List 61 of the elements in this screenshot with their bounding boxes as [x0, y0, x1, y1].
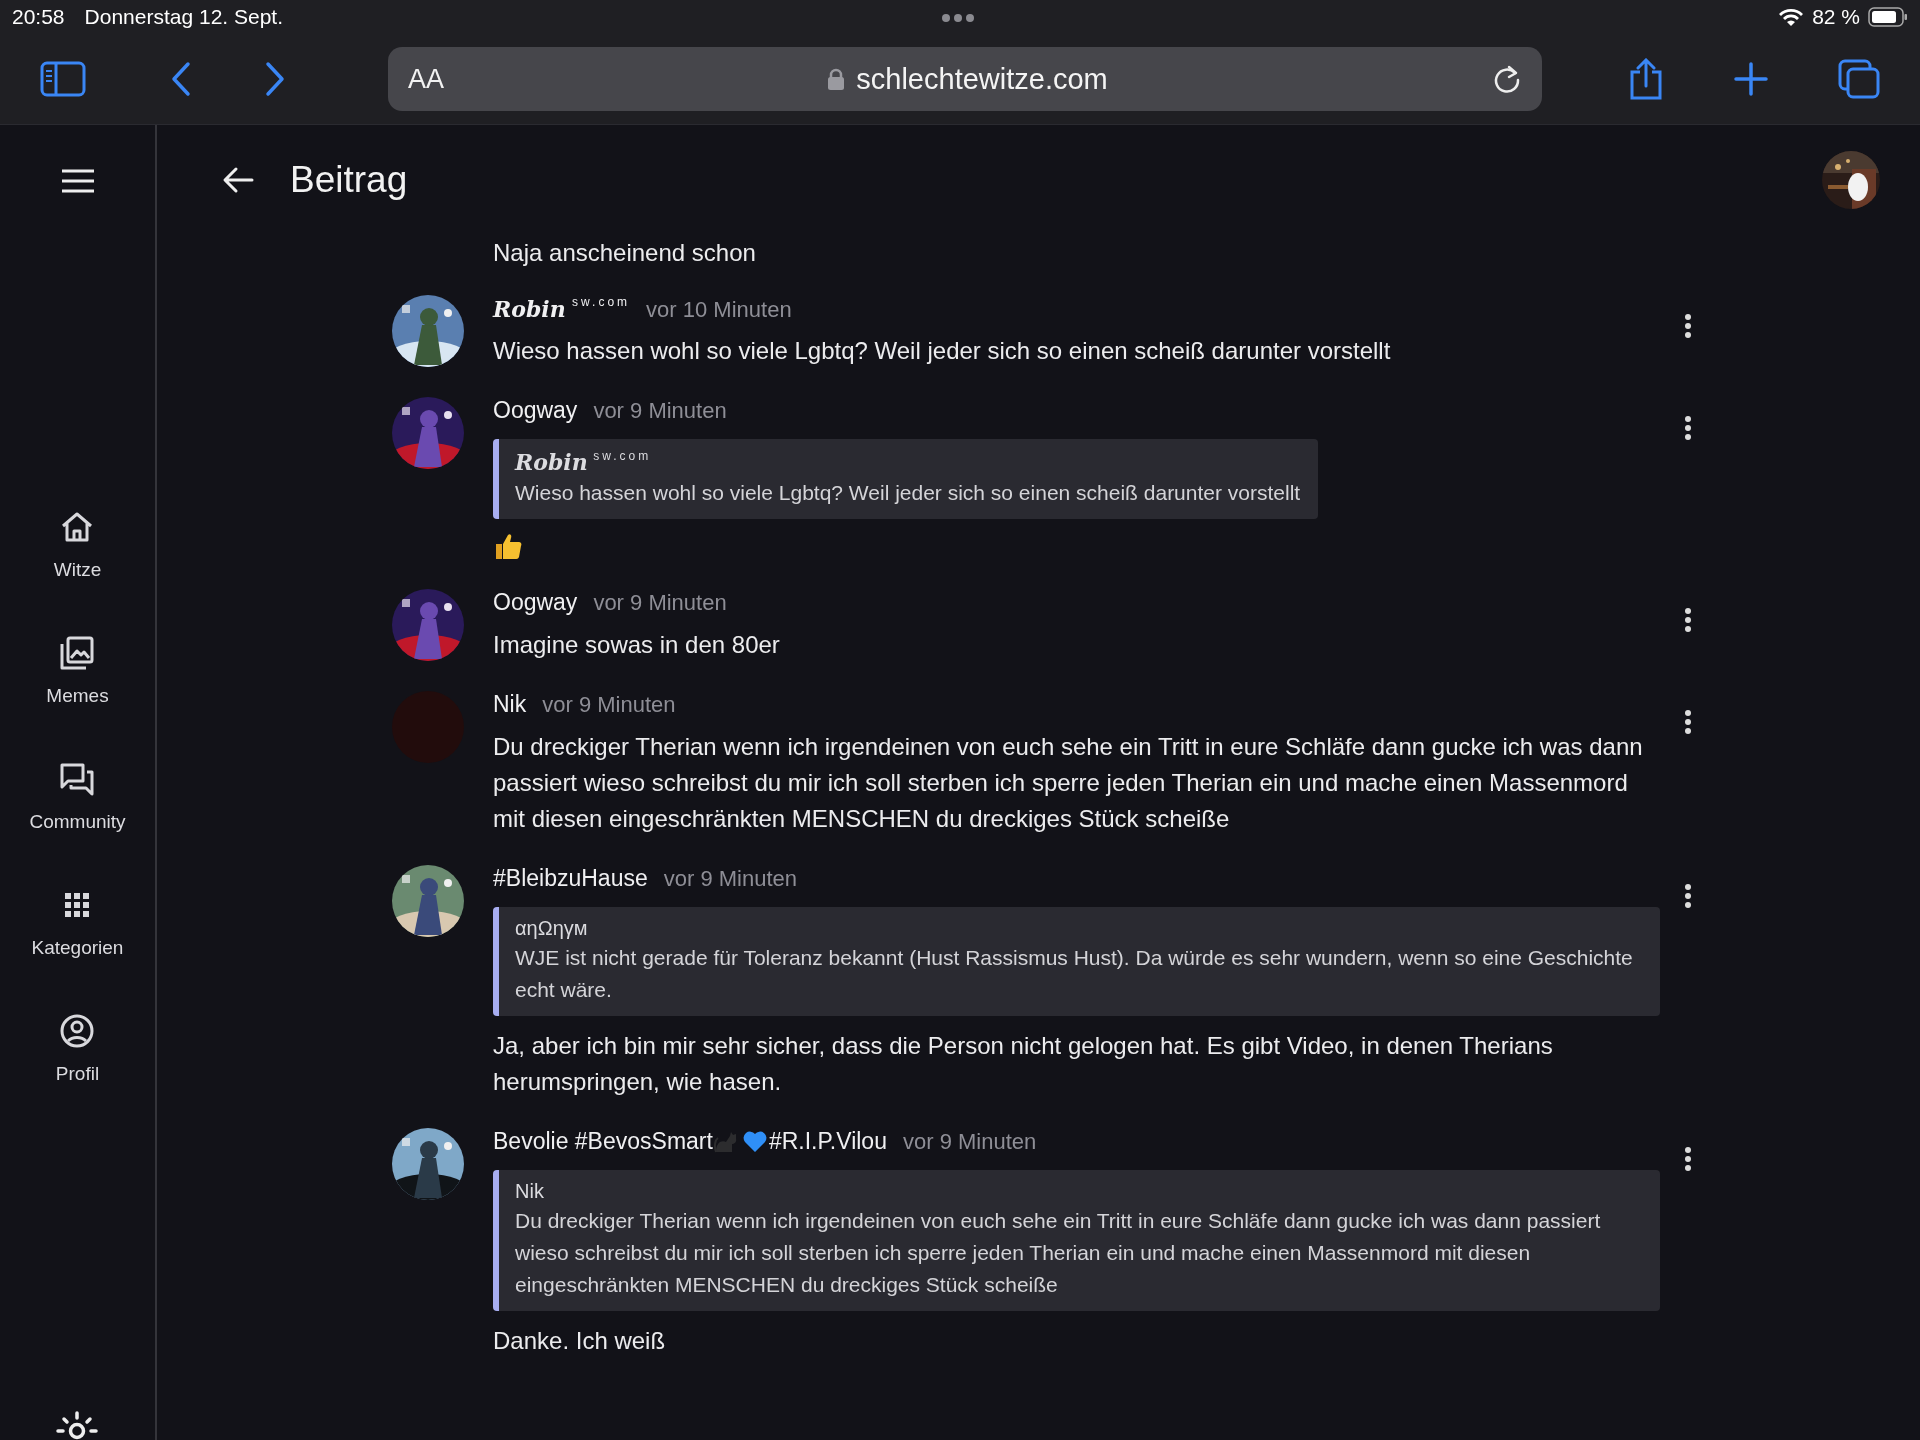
- comment-time: vor 9 Minuten: [902, 1129, 1037, 1155]
- comment-time: vor 9 Minuten: [593, 398, 727, 424]
- thumbs-up-icon: [493, 531, 523, 561]
- author-name[interactable]: Robin $^{sw.com}$: [493, 295, 631, 322]
- author-name[interactable]: #BleibzuHause: [493, 865, 648, 892]
- author-name[interactable]: Oogway: [493, 589, 578, 616]
- more-options-icon[interactable]: [1684, 607, 1692, 633]
- comment-time: vor 10 Minuten: [646, 296, 792, 323]
- author-name[interactable]: Bevolie #BevosSmart #R.I.P.Vilou: [493, 1128, 887, 1155]
- images-icon: [59, 635, 96, 671]
- comment-text: Naja anscheinend schon: [493, 238, 757, 268]
- address-bar[interactable]: AA schlechtewitze.com: [388, 47, 1542, 111]
- sun-icon[interactable]: [56, 1410, 98, 1440]
- comment-text: Danke. Ich weiß: [493, 1326, 667, 1356]
- more-dots-icon[interactable]: [941, 13, 975, 23]
- forward-icon[interactable]: [264, 61, 286, 97]
- url-text: schlechtewitze.com: [856, 62, 1108, 96]
- user-icon: [59, 1013, 96, 1049]
- tabs-icon[interactable]: [1838, 59, 1880, 99]
- quote-text: Wieso hassen wohl so viele Lgbtq? Weil jeder sich so einen scheiß darunter vorstellt: [515, 480, 1301, 506]
- comment-text: Imagine sowas in den 80er: [493, 630, 781, 660]
- more-options-icon[interactable]: [1684, 313, 1692, 339]
- reload-icon[interactable]: [1492, 64, 1522, 94]
- nav-item[interactable]: Kategorien: [31, 887, 124, 959]
- quote-author: Robin $^{sw.com}$: [515, 449, 652, 475]
- back-arrow-icon[interactable]: [222, 166, 254, 194]
- chat-icon: [59, 761, 96, 797]
- text-size-button[interactable]: AA: [408, 63, 445, 95]
- more-options-icon[interactable]: [1684, 1146, 1692, 1172]
- quote-text: WJE ist nicht gerade für Toleranz bekannt (Hust Rassismus Hust). Da würde es sehr wundern, wenn so eine Geschichte echt wäre.: [515, 945, 1634, 1003]
- sidebar-toggle-icon[interactable]: [40, 61, 86, 97]
- lock-icon: [828, 68, 845, 90]
- plus-icon[interactable]: [1734, 62, 1768, 96]
- comment-time: vor 9 Minuten: [593, 590, 727, 616]
- comment-time: vor 9 Minuten: [542, 692, 676, 718]
- more-options-icon[interactable]: [1684, 883, 1692, 909]
- more-options-icon[interactable]: [1684, 709, 1692, 735]
- comment-time: vor 9 Minuten: [663, 866, 797, 892]
- author-name[interactable]: Nik: [493, 691, 527, 718]
- quote-text: Du dreckiger Therian wenn ich irgendeinen von euch sehe ein Tritt in eure Schläfe dann gucke ich was dann passiert wieso schreibst du mir ich soll sterben ich sperre jeden Therian ein und mache einen Massenmord mit diesen eingeschränkten MENSCHEN du dreckiges Stück scheiße: [515, 1208, 1602, 1298]
- menu-icon[interactable]: [60, 169, 95, 193]
- heart-icon: [741, 1129, 768, 1154]
- nav-item[interactable]: Memes: [46, 635, 109, 707]
- author-name[interactable]: Oogway: [493, 397, 578, 424]
- share-icon[interactable]: [1628, 58, 1664, 100]
- battery-percent: 82 %: [1812, 5, 1860, 29]
- status-date: Donnerstag 12. Sept.: [84, 5, 284, 29]
- battery-icon: [1868, 7, 1908, 27]
- nav-item[interactable]: Community: [29, 761, 126, 833]
- wifi-icon: [1778, 7, 1805, 27]
- nav-item[interactable]: Profil: [55, 1013, 100, 1085]
- comment-text: Ja, aber ich bin mir sehr sicher, dass die Person nicht gelogen hat. Es gibt Video, in denen Therians herumspringen, wie hasen.: [493, 1031, 1554, 1097]
- back-icon[interactable]: [170, 61, 192, 97]
- quote-author: αηΩηγм: [515, 917, 588, 940]
- comment-text: Du dreckiger Therian wenn ich irgendeinen von euch sehe ein Tritt in eure Schläfe dann gucke ich was dann passiert wieso schreibst du mir ich soll sterben ich sperre jeden Therian ein und mache einen Massenmord mit diesen eingeschränkten MENSCHEN du dreckiges Stück scheiße: [493, 732, 1644, 834]
- nav-item[interactable]: Witze: [53, 509, 102, 581]
- comment-text: Wieso hassen wohl so viele Lgbtq? Weil jeder sich so einen scheiß darunter vorstellt: [493, 336, 1392, 366]
- quote-author: Nik: [515, 1180, 544, 1203]
- more-options-icon[interactable]: [1684, 415, 1692, 441]
- status-time: 20:58: [12, 5, 65, 29]
- page-title: Beitrag: [290, 159, 408, 201]
